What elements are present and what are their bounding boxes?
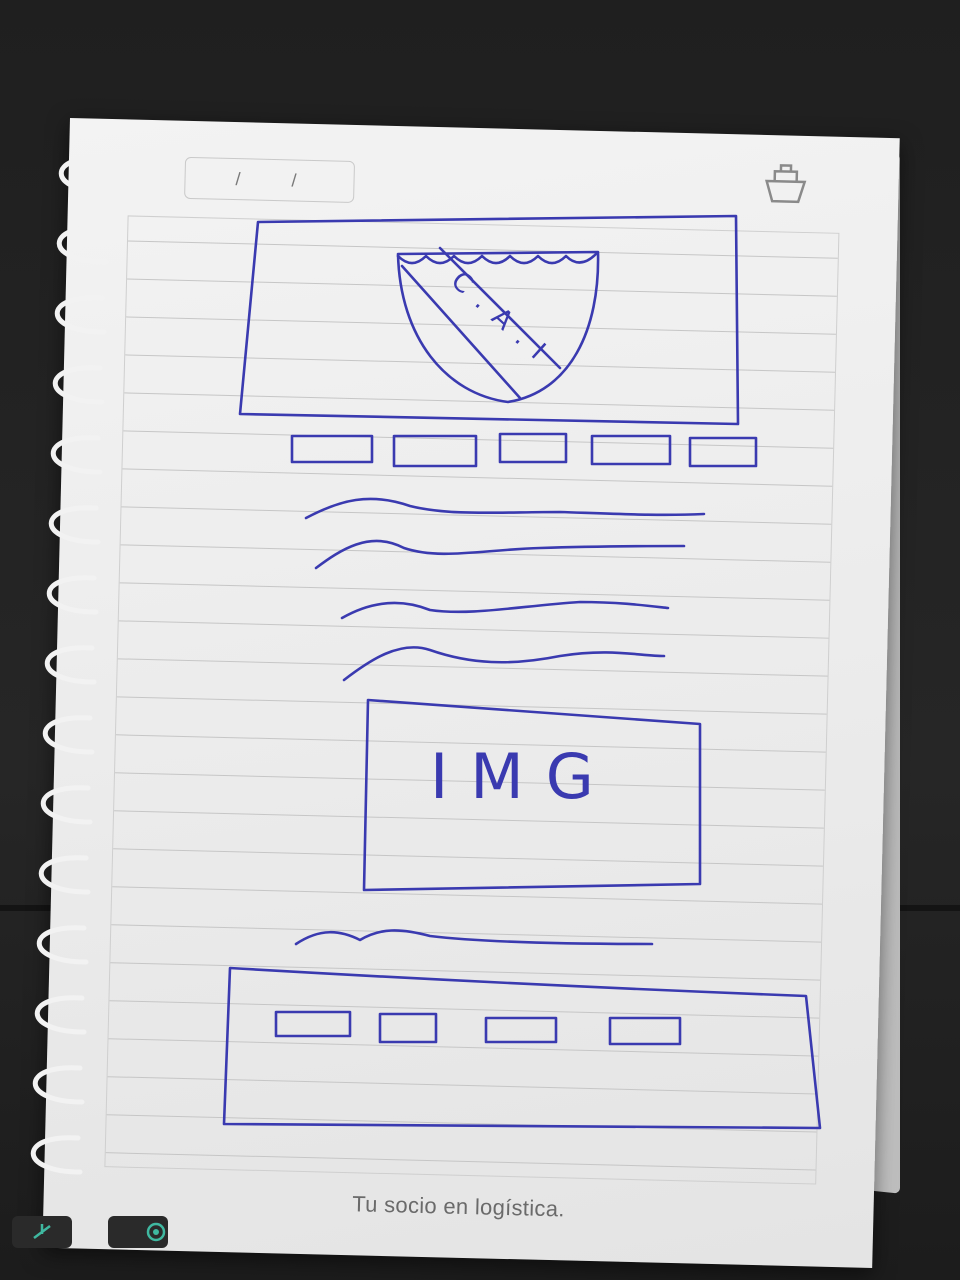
nav-button-sketch bbox=[590, 434, 672, 466]
nav-button-sketch bbox=[392, 434, 478, 468]
image-placeholder-label: IMG bbox=[430, 740, 616, 813]
text-line-sketch bbox=[314, 539, 686, 570]
footer-outline bbox=[222, 966, 822, 1130]
footer-button-sketch bbox=[274, 1010, 352, 1038]
mic-off-icon[interactable] bbox=[12, 1216, 72, 1248]
text-line-sketch bbox=[304, 497, 706, 520]
text-line-sketch bbox=[342, 646, 666, 682]
app-icon[interactable] bbox=[108, 1216, 168, 1248]
crest-text: C.A.I bbox=[445, 266, 561, 375]
nav-button-sketch bbox=[688, 436, 758, 468]
nav-button-sketch bbox=[290, 434, 374, 464]
footer-button-sketch bbox=[378, 1012, 438, 1044]
nav-button-sketch bbox=[498, 432, 568, 464]
footer-button-sketch bbox=[608, 1016, 682, 1046]
footer-button-sketch bbox=[484, 1016, 558, 1044]
text-line-sketch bbox=[340, 600, 670, 620]
caption-line-sketch bbox=[294, 929, 654, 946]
crest-wave bbox=[396, 252, 598, 265]
wireframe-sketch: C.A.I bbox=[222, 214, 822, 1130]
